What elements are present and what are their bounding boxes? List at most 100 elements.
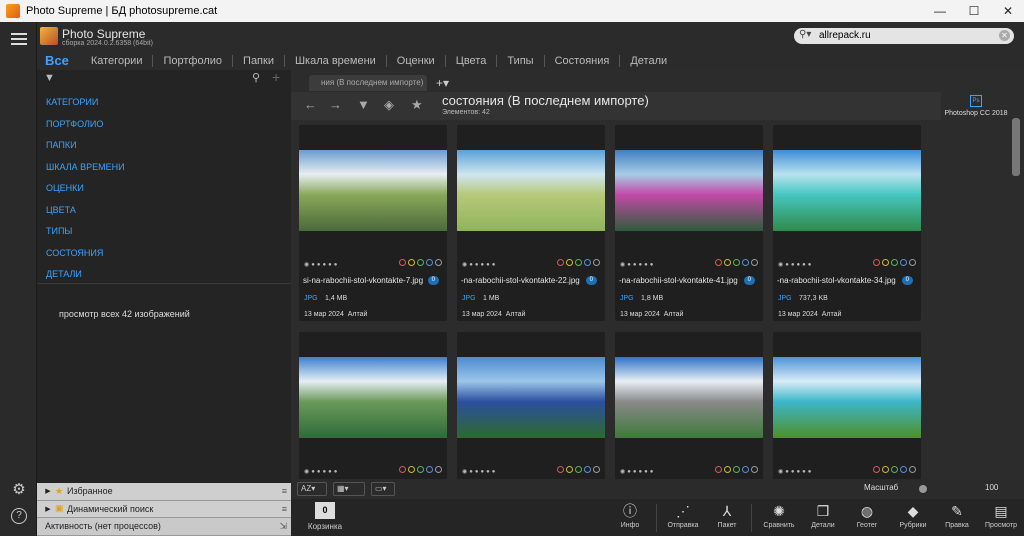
stack-icon[interactable]: ◈: [384, 97, 394, 113]
thumbnail-card[interactable]: ◉●●●●●: [457, 332, 605, 483]
tab-details[interactable]: Детали: [620, 55, 677, 67]
color-label-icon[interactable]: [584, 466, 591, 473]
thumbnail-image[interactable]: [299, 150, 447, 231]
info-button[interactable]: ⓘ Инфо: [608, 501, 652, 535]
thumbnail-image[interactable]: [773, 150, 921, 231]
sidebar-item-states[interactable]: СОСТОЯНИЯ: [37, 247, 291, 269]
rating-stars[interactable]: ◉●●●●●: [620, 261, 655, 268]
color-label-icon[interactable]: [900, 466, 907, 473]
color-labels[interactable]: [399, 259, 442, 266]
color-labels[interactable]: [399, 466, 442, 473]
color-label-icon[interactable]: [733, 466, 740, 473]
color-label-icon[interactable]: [724, 259, 731, 266]
view-options-button[interactable]: ▭▾: [371, 482, 395, 496]
thumbnail-card[interactable]: ◉●●●●●: [299, 332, 447, 483]
search-input[interactable]: allrepack.ru: [819, 30, 871, 41]
color-label-icon[interactable]: [557, 259, 564, 266]
close-button[interactable]: ✕: [992, 0, 1024, 22]
color-label-icon[interactable]: [873, 466, 880, 473]
color-label-icon[interactable]: [751, 466, 758, 473]
rubrics-button[interactable]: ◆ Рубрики: [891, 501, 935, 535]
color-label-icon[interactable]: [435, 259, 442, 266]
tab-timeline[interactable]: Шкала времени: [285, 55, 387, 67]
add-tab-icon[interactable]: +▾: [436, 76, 449, 90]
basket-button[interactable]: 0 Корзинка: [305, 502, 345, 535]
color-label-icon[interactable]: [724, 466, 731, 473]
gear-icon[interactable]: ⚙: [9, 480, 29, 500]
view-all-link[interactable]: просмотр всех 42 изображений: [59, 309, 190, 319]
color-label-icon[interactable]: [733, 259, 740, 266]
search-box[interactable]: ⚲▾ allrepack.ru ✕: [794, 28, 1014, 44]
color-label-icon[interactable]: [882, 259, 889, 266]
help-icon[interactable]: ?: [11, 508, 27, 524]
vertical-scrollbar[interactable]: [1012, 118, 1020, 176]
color-label-icon[interactable]: [715, 466, 722, 473]
collapse-icon[interactable]: ⇲: [279, 521, 287, 532]
clear-search-icon[interactable]: ✕: [999, 30, 1010, 41]
color-label-icon[interactable]: [435, 466, 442, 473]
back-arrow-icon[interactable]: ←: [304, 97, 317, 112]
thumbnail-card[interactable]: ◉●●●●●: [773, 332, 921, 483]
color-label-icon[interactable]: [909, 259, 916, 266]
color-labels[interactable]: [873, 259, 916, 266]
color-label-icon[interactable]: [399, 466, 406, 473]
color-label-icon[interactable]: [882, 466, 889, 473]
rating-stars[interactable]: ◉●●●●●: [778, 261, 813, 268]
sidebar-item-timeline[interactable]: ШКАЛА ВРЕМЕНИ: [37, 161, 291, 183]
geotag-button[interactable]: ◍ Геотег: [845, 501, 889, 535]
search-icon[interactable]: ⚲▾: [799, 29, 811, 40]
expand-icon[interactable]: ▶: [41, 505, 55, 513]
sidebar-item-ratings[interactable]: ОЦЕНКИ: [37, 182, 291, 204]
color-labels[interactable]: [557, 259, 600, 266]
color-label-icon[interactable]: [557, 466, 564, 473]
color-label-icon[interactable]: [566, 259, 573, 266]
star-icon[interactable]: ★: [411, 97, 423, 113]
color-labels[interactable]: [873, 466, 916, 473]
color-labels[interactable]: [715, 466, 758, 473]
thumbnail-card[interactable]: ◉●●●●● -na-rabochii-stol-vkontakte-41.jpg…: [615, 125, 763, 321]
thumbnail-card[interactable]: ◉●●●●●: [615, 332, 763, 483]
thumbnail-image[interactable]: [457, 150, 605, 231]
rating-stars[interactable]: ◉●●●●●: [462, 468, 497, 475]
expand-icon[interactable]: ▶: [41, 487, 55, 495]
sidebar-item-types[interactable]: ТИПЫ: [37, 225, 291, 247]
add-icon[interactable]: +: [272, 69, 280, 85]
maximize-button[interactable]: ☐: [958, 0, 990, 22]
color-label-icon[interactable]: [593, 259, 600, 266]
rating-stars[interactable]: ◉●●●●●: [778, 468, 813, 475]
thumbnail-card[interactable]: ◉●●●●● -na-rabochii-stol-vkontakte-34.jpg…: [773, 125, 921, 321]
sidebar-item-portfolio[interactable]: ПОРТФОЛИО: [37, 118, 291, 140]
hamburger-menu-icon[interactable]: [9, 30, 29, 50]
color-label-icon[interactable]: [584, 259, 591, 266]
thumbnail-image[interactable]: [615, 357, 763, 438]
color-label-icon[interactable]: [417, 466, 424, 473]
panel-menu-icon[interactable]: ≡: [282, 486, 287, 496]
color-label-icon[interactable]: [900, 259, 907, 266]
zoom-slider[interactable]: [919, 485, 927, 493]
color-label-icon[interactable]: [715, 259, 722, 266]
search-icon[interactable]: ⚲: [252, 71, 260, 84]
color-label-icon[interactable]: [742, 259, 749, 266]
color-label-icon[interactable]: [909, 466, 916, 473]
color-label-icon[interactable]: [873, 259, 880, 266]
color-labels[interactable]: [715, 259, 758, 266]
color-label-icon[interactable]: [891, 466, 898, 473]
tab-types[interactable]: Типы: [497, 55, 545, 67]
panel-menu-icon[interactable]: ≡: [282, 504, 287, 514]
rating-stars[interactable]: ◉●●●●●: [304, 261, 339, 268]
collection-tab[interactable]: ния (В последнем импорте): [309, 75, 427, 91]
rating-stars[interactable]: ◉●●●●●: [620, 468, 655, 475]
tab-states[interactable]: Состояния: [545, 55, 621, 67]
color-label-icon[interactable]: [408, 466, 415, 473]
thumbnail-card[interactable]: ◉●●●●● -na-rabochii-stol-vkontakte-22.jpg…: [457, 125, 605, 321]
edit-button[interactable]: ✎ Правка: [935, 501, 979, 535]
color-label-icon[interactable]: [426, 466, 433, 473]
color-labels[interactable]: [557, 466, 600, 473]
tab-ratings[interactable]: Оценки: [387, 55, 446, 67]
sidebar-item-folders[interactable]: ПАПКИ: [37, 139, 291, 161]
color-label-icon[interactable]: [575, 259, 582, 266]
tab-colors[interactable]: Цвета: [446, 55, 498, 67]
color-label-icon[interactable]: [408, 259, 415, 266]
dynamic-search-panel[interactable]: ▶ ▣ Динамический поиск ≡: [37, 500, 291, 519]
thumbnail-image[interactable]: [615, 150, 763, 231]
